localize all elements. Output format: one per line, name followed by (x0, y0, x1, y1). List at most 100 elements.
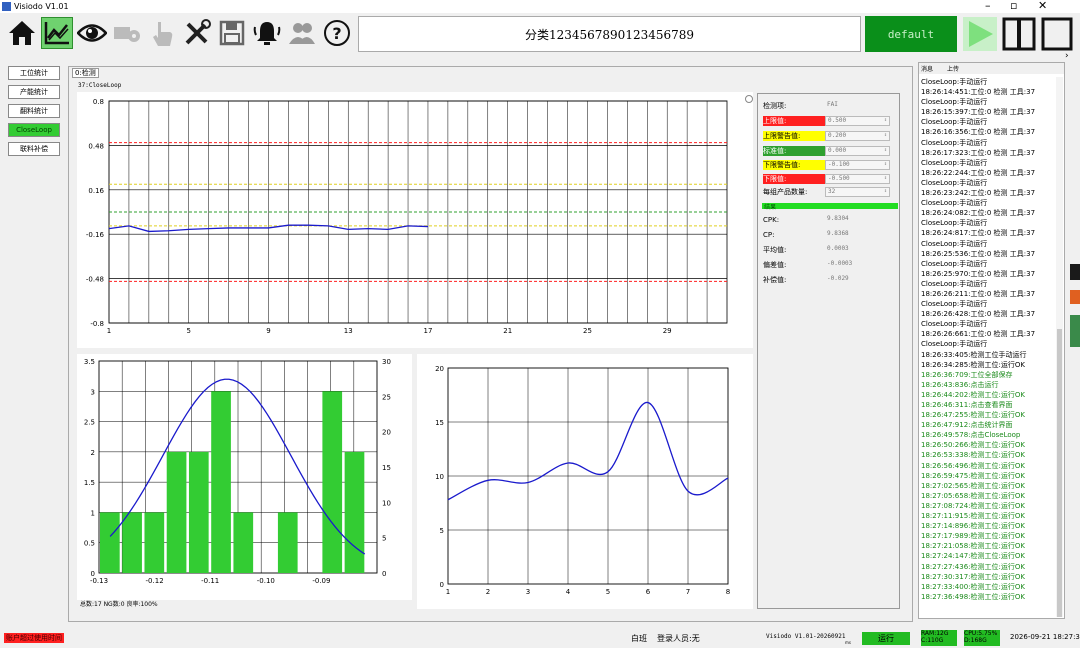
alarm-button[interactable] (251, 17, 283, 49)
spinner-icon[interactable]: ⇕ (884, 160, 887, 168)
cp-label: CP: (763, 230, 775, 239)
datetime: 2026-09-21 18:27:32 (1010, 633, 1080, 641)
status-bar: 账户超过使用时间 白班 登录人员:无 Visiodo V1.01-2026092… (0, 629, 1080, 648)
tab-upload[interactable]: 上传 (947, 64, 959, 73)
stop-button[interactable] (1040, 16, 1074, 52)
spinner-icon[interactable]: ⇕ (884, 146, 887, 154)
category-display: 分类1234567890123456789 (358, 16, 861, 52)
nav-flip-stats[interactable]: 翻料统计 (8, 104, 60, 118)
compensation-label: 补偿值: (763, 275, 787, 284)
spinner-icon[interactable]: ⇕ (884, 116, 887, 124)
play-icon (963, 17, 997, 51)
tab-detect[interactable]: 0:检测 (72, 68, 99, 78)
shift-label: 白班 (631, 634, 647, 643)
save-button[interactable] (216, 17, 248, 49)
x-tick-label: 1 (107, 327, 111, 335)
alarm-icon (253, 22, 281, 45)
group-count-input[interactable]: 32 ⇕ (825, 186, 890, 197)
log-entry: 18:26:14:451:工位:0 检测 工具:37 (921, 88, 1036, 97)
cpu-status: CPU:5.75% D:168G (964, 630, 1000, 646)
y-tick-label: 15 (435, 419, 444, 427)
x-tick-label: -0.13 (90, 577, 108, 585)
users-icon (289, 23, 315, 44)
spinner-icon[interactable]: ⇕ (884, 187, 887, 195)
version-label: Visiodo V1.01-20260921 (766, 633, 846, 640)
log-entry: CloseLoop:手动运行 (921, 78, 988, 86)
chart-button[interactable] (41, 17, 73, 49)
window-title: Visiodo V1.01 (14, 2, 69, 11)
camera-settings-button[interactable] (111, 17, 143, 49)
histogram-bar (166, 451, 187, 573)
histogram-bar (211, 391, 231, 573)
standard-input[interactable]: 0.000 ⇕ (825, 145, 890, 156)
chart-name: 37:CloseLoop (78, 82, 122, 89)
nav-closeloop[interactable]: CloseLoop (8, 123, 60, 137)
y-tick-label: 2.5 (84, 419, 95, 427)
standard-label: 标准值: (763, 145, 825, 156)
close-button[interactable]: ✕ (1038, 0, 1047, 12)
log-entry: CloseLoop:手动运行 (921, 138, 988, 147)
log-entry: 18:26:17:323:工位:0 检测 工具:37 (921, 148, 1036, 157)
log-entry: 18:26:16:356:工位:0 检测 工具:37 (921, 128, 1036, 137)
trend-chart: 0.8 0.48 0.16 -0.16 -0.48 -0.81 5 9 13 17 21 25 29 (86, 98, 728, 335)
x-tick-label: 4 (566, 588, 571, 596)
upper-warning-input[interactable]: 0.200 ⇕ (825, 130, 890, 141)
log-entry: 18:26:49:578:点击CloseLoop (921, 431, 1021, 440)
group-count-label: 每组产品数量: (763, 187, 808, 196)
spinner-icon[interactable]: ⇕ (884, 131, 887, 139)
log-entry: 18:26:26:211:工位:0 检测 工具:37 (921, 289, 1036, 298)
y2-tick-label: 0 (382, 570, 386, 578)
log-entry: 18:26:26:661:工位:0 检测 工具:37 (921, 330, 1036, 339)
manual-button[interactable] (146, 17, 178, 49)
stats-nav: 工位统计 产能统计 翻料统计 CloseLoop 联料补偿 (8, 66, 63, 161)
run-button[interactable] (963, 16, 997, 52)
spinner-icon[interactable]: ⇕ (884, 174, 887, 182)
histogram-bar (144, 512, 165, 573)
home-button[interactable] (6, 17, 38, 49)
scroll-thumb[interactable] (1057, 329, 1062, 617)
log-entry: 18:26:23:242:工位:0 检测 工具:37 (921, 189, 1036, 198)
log-entry: 18:26:22:244:工位:0 检测 工具:37 (921, 168, 1036, 177)
restore-button[interactable]: ▫ (1010, 0, 1017, 12)
log-entry: 18:27:02:565:检测工位:运行OK (921, 481, 1025, 490)
title-bar: Visiodo V1.01 – ▫ ✕ (0, 0, 1080, 13)
ms-label: ms (845, 640, 851, 645)
pause-button[interactable] (1001, 16, 1037, 52)
nav-station-stats[interactable]: 工位统计 (8, 66, 60, 80)
x-tick-label: 7 (686, 588, 690, 596)
y-tick-label: -0.48 (86, 276, 104, 284)
nav-capacity-stats[interactable]: 产能统计 (8, 85, 60, 99)
histogram-bar (122, 512, 142, 573)
upper-limit-input[interactable]: 0.500 ⇕ (825, 115, 890, 126)
deviation-label: 偏差值: (763, 260, 787, 269)
y-tick-label: 0.48 (88, 142, 104, 150)
log-entry: 18:26:25:970:工位:0 检测 工具:37 (921, 269, 1036, 278)
tab-messages[interactable]: 消息 (921, 64, 933, 73)
x-tick-label: 9 (266, 327, 270, 335)
lower-warning-input[interactable]: -0.100 ⇕ (825, 159, 890, 170)
y-tick-label: 1.5 (84, 479, 95, 487)
svg-text:?: ? (332, 24, 341, 43)
recipe-default-button[interactable]: default (865, 16, 957, 52)
histogram-summary: 总数:17 NG数:0 良率:100% (80, 601, 158, 608)
hand-icon (153, 22, 173, 46)
mean-value: 0.0003 (827, 244, 849, 252)
log-entry: CloseLoop:手动运行 (921, 199, 988, 208)
lower-limit-input[interactable]: -0.500 ⇕ (825, 173, 890, 184)
view-button[interactable] (76, 17, 108, 49)
log-entry: 18:26:56:496:检测工位:运行OK (921, 461, 1025, 470)
users-button[interactable] (286, 17, 318, 49)
nav-compensation[interactable]: 联料补偿 (8, 142, 60, 156)
y-tick-label: 2 (91, 449, 95, 457)
chevron-right-icon[interactable]: › (1065, 51, 1069, 61)
histogram-chart: 00.511.522.533.5051015202530-0.13 -0.12 -0… (84, 358, 391, 585)
log-entry: 18:26:26:428:工位:0 检测 工具:37 (921, 310, 1036, 319)
log-scrollbar[interactable] (1056, 77, 1063, 617)
status-radio[interactable] (745, 95, 753, 103)
help-button[interactable]: ? (321, 17, 353, 49)
tools-button[interactable] (181, 17, 213, 49)
x-tick-label: 13 (344, 327, 353, 335)
minimize-button[interactable]: – (985, 0, 991, 12)
y2-tick-label: 10 (382, 499, 391, 507)
cp-value: 9.8368 (827, 229, 849, 237)
